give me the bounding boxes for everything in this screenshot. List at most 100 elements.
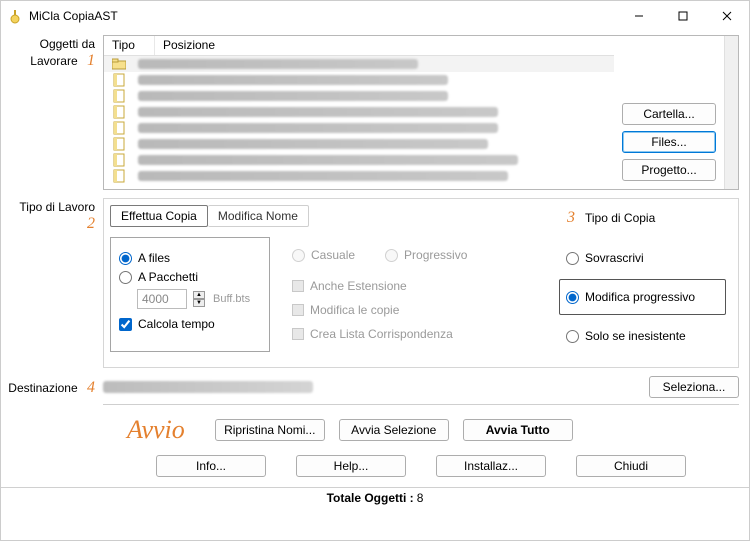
buffer-input[interactable] [137, 289, 187, 309]
tab-modifica-nome[interactable]: Modifica Nome [208, 205, 309, 227]
radio-modprog-input[interactable] [566, 291, 579, 304]
check-calcola-tempo[interactable]: Calcola tempo [119, 317, 261, 331]
avvia-selezione-button[interactable]: Avvia Selezione [339, 419, 449, 441]
path-text [138, 171, 508, 181]
radio-modifica-progressivo[interactable]: Modifica progressivo [566, 290, 719, 304]
file-icon [110, 169, 128, 183]
minimize-button[interactable] [617, 1, 661, 31]
seleziona-button[interactable]: Seleziona... [649, 376, 739, 398]
checkbox-icon [292, 280, 304, 292]
radio-casuale: Casuale [292, 248, 355, 262]
tipo-copia-title: Tipo di Copia [585, 211, 655, 225]
radio-casuale-input [292, 249, 305, 262]
chiudi-button[interactable]: Chiudi [576, 455, 686, 477]
radio-a-files[interactable]: A files [119, 251, 261, 265]
check-modifica-copie: Modifica le copie [292, 303, 545, 317]
lavoro-label-text: Tipo di Lavoro [19, 200, 95, 214]
radio-solose-input[interactable] [566, 330, 579, 343]
avvio-row: Avvio Ripristina Nomi... Avvia Selezione… [103, 409, 739, 449]
casuale-label: Casuale [311, 248, 355, 262]
destinazione-label-text: Destinazione [8, 381, 77, 395]
close-button[interactable] [705, 1, 749, 31]
modprog-label: Modifica progressivo [585, 290, 695, 304]
check-crea-lista: Crea Lista Corrispondenza [292, 327, 545, 341]
file-icon [110, 89, 128, 103]
avvio-heading: Avvio [103, 415, 201, 445]
window-title: MiCla CopiaAST [29, 9, 617, 23]
radio-a-pacchetti-input[interactable] [119, 271, 132, 284]
buffer-spinner: ▲▼ Buff.bts [137, 289, 261, 309]
object-list-frame: Tipo Posizione Cartella... Files... Prog… [103, 35, 739, 190]
status-count: 8 [417, 491, 424, 505]
maximize-button[interactable] [661, 1, 705, 31]
radio-sovrascrivi[interactable]: Sovrascrivi [566, 251, 719, 265]
checkbox-icon [292, 328, 304, 340]
list-row[interactable] [104, 136, 614, 152]
status-bar: Totale Oggetti : 8 [1, 487, 749, 508]
checkbox-icon [292, 304, 304, 316]
list-row[interactable] [104, 56, 614, 72]
spin-up[interactable]: ▲ [193, 291, 205, 299]
check-anche-estensione: Anche Estensione [292, 279, 545, 293]
list-row[interactable] [104, 120, 614, 136]
step-1-num: 1 [81, 52, 95, 69]
anche-label: Anche Estensione [310, 279, 407, 293]
list-side-buttons: Cartella... Files... Progetto... [614, 36, 724, 189]
info-button[interactable]: Info... [156, 455, 266, 477]
file-icon [110, 73, 128, 87]
avvia-tutto-button[interactable]: Avvia Tutto [463, 419, 573, 441]
help-button[interactable]: Help... [296, 455, 406, 477]
copy-mode-group: A files A Pacchetti ▲▼ Buff.bts Calcola … [110, 237, 270, 352]
section-destinazione: Destinazione 4 Seleziona... [1, 372, 749, 409]
path-text [138, 91, 448, 101]
file-icon [110, 137, 128, 151]
path-text [138, 123, 498, 133]
spin-buttons: ▲▼ [193, 291, 205, 307]
folder-icon [110, 58, 128, 70]
object-list[interactable]: Tipo Posizione [104, 36, 614, 189]
list-row[interactable] [104, 104, 614, 120]
check-calcola-input[interactable] [119, 318, 132, 331]
list-header: Tipo Posizione [104, 36, 614, 56]
radio-progressivo: Progressivo [385, 248, 467, 262]
section-oggetti: Oggetti da Lavorare 1 Tipo Posizione Car… [1, 31, 749, 194]
step-3-num: 3 [567, 209, 575, 227]
progressivo-label: Progressivo [404, 248, 467, 262]
section-lavoro: Tipo di Lavoro 2 Effettua Copia Modifica… [1, 194, 749, 372]
path-text [138, 155, 518, 165]
mid-options-group: Casuale Progressivo Anche Estensione Mod… [288, 237, 549, 352]
list-scrollbar[interactable] [724, 36, 738, 189]
radio-sovrascrivi-input[interactable] [566, 252, 579, 265]
modcopie-label: Modifica le copie [310, 303, 399, 317]
file-icon [110, 121, 128, 135]
a-pacchetti-label: A Pacchetti [138, 270, 198, 284]
file-icon [110, 105, 128, 119]
bottom-button-row: Info... Help... Installaz... Chiudi [103, 449, 739, 483]
installaz-button[interactable]: Installaz... [436, 455, 546, 477]
list-row[interactable] [104, 152, 614, 168]
list-row[interactable] [104, 72, 614, 88]
spin-down[interactable]: ▼ [193, 299, 205, 307]
col-posizione[interactable]: Posizione [154, 36, 614, 55]
section-2-label: Tipo di Lavoro 2 [7, 198, 103, 368]
list-row[interactable] [104, 88, 614, 104]
status-label: Totale Oggetti : [327, 491, 414, 505]
section-4-label: Destinazione 4 [7, 376, 103, 405]
destination-row: Seleziona... [103, 376, 739, 405]
app-icon [7, 8, 23, 24]
radio-a-pacchetti[interactable]: A Pacchetti [119, 270, 261, 284]
sovrascrivi-label: Sovrascrivi [585, 251, 644, 265]
files-button[interactable]: Files... [622, 131, 716, 153]
progetto-button[interactable]: Progetto... [622, 159, 716, 181]
radio-solo-inesistente[interactable]: Solo se inesistente [566, 329, 719, 343]
path-text [138, 59, 418, 69]
col-tipo[interactable]: Tipo [104, 36, 154, 55]
radio-a-files-input[interactable] [119, 252, 132, 265]
cartella-button[interactable]: Cartella... [622, 103, 716, 125]
tab-effettua-copia[interactable]: Effettua Copia [110, 205, 208, 227]
file-icon [110, 153, 128, 167]
destination-path [103, 381, 313, 393]
step-2-num: 2 [81, 215, 95, 232]
list-row[interactable] [104, 168, 614, 184]
ripristina-button[interactable]: Ripristina Nomi... [215, 419, 325, 441]
